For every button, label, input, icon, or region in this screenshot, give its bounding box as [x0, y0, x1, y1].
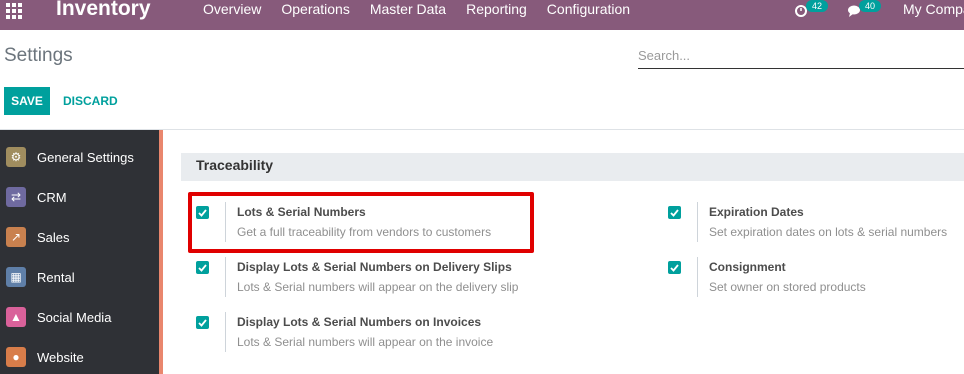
- gear-icon: ⚙: [6, 147, 26, 167]
- sidebar-item-general-settings[interactable]: ⚙ General Settings: [0, 137, 159, 177]
- consignment-checkbox[interactable]: [668, 261, 681, 274]
- save-button[interactable]: SAVE: [4, 87, 50, 115]
- top-navbar: Inventory Overview Operations Master Dat…: [0, 0, 964, 30]
- setting-description: Lots & Serial numbers will appear on the…: [237, 280, 519, 294]
- invoices-checkbox[interactable]: [196, 316, 209, 329]
- discard-button[interactable]: DISCARD: [63, 87, 118, 115]
- setting-title: Consignment: [709, 260, 786, 274]
- menu-reporting[interactable]: Reporting: [466, 1, 527, 17]
- sidebar-item-label: General Settings: [37, 149, 134, 165]
- messages-systray[interactable]: 40: [847, 0, 882, 20]
- setting-description: Lots & Serial numbers will appear on the…: [237, 335, 494, 349]
- highlight-box: [188, 192, 534, 253]
- search-input[interactable]: [638, 42, 964, 69]
- setting-title: Display Lots & Serial Numbers on Invoice…: [237, 315, 482, 329]
- sidebar-item-rental[interactable]: ▦ Rental: [0, 257, 159, 297]
- activity-systray[interactable]: 42: [794, 0, 829, 20]
- sidebar-item-label: Website: [37, 349, 84, 365]
- setting-divider: [225, 257, 226, 297]
- menu-configuration[interactable]: Configuration: [547, 1, 630, 17]
- sidebar-item-label: Sales: [37, 229, 70, 245]
- thumbs-up-icon: ▲: [6, 307, 26, 327]
- sidebar-item-label: Rental: [37, 269, 75, 285]
- setting-divider: [697, 257, 698, 297]
- setting-title: Display Lots & Serial Numbers on Deliver…: [237, 260, 512, 274]
- setting-description: Set expiration dates on lots & serial nu…: [709, 225, 948, 239]
- activity-count-badge: 42: [806, 0, 829, 12]
- menu-master-data[interactable]: Master Data: [370, 1, 446, 17]
- setting-divider: [697, 202, 698, 242]
- main-menu: Overview Operations Master Data Reportin…: [203, 1, 630, 17]
- sidebar-item-crm[interactable]: ⇄ CRM: [0, 177, 159, 217]
- settings-sidebar: ⚙ General Settings ⇄ CRM ↗ Sales ▦ Renta…: [0, 130, 159, 374]
- setting-divider: [225, 312, 226, 352]
- section-title: Traceability: [196, 157, 274, 173]
- delivery-slip-checkbox[interactable]: [196, 261, 209, 274]
- sidebar-item-label: CRM: [37, 189, 67, 205]
- messages-count-badge: 40: [859, 0, 882, 12]
- sidebar-item-label: Social Media: [37, 309, 112, 325]
- expiration-dates-checkbox[interactable]: [668, 206, 681, 219]
- page-title: Settings: [4, 45, 73, 66]
- section-header: [181, 153, 964, 181]
- apps-menu-icon[interactable]: [6, 3, 22, 19]
- chart-icon: ↗: [6, 227, 26, 247]
- globe-icon: ●: [6, 347, 26, 367]
- menu-overview[interactable]: Overview: [203, 1, 261, 17]
- sidebar-item-social-media[interactable]: ▲ Social Media: [0, 297, 159, 337]
- setting-description: Set owner on stored products: [709, 280, 866, 294]
- menu-operations[interactable]: Operations: [281, 1, 349, 17]
- app-brand[interactable]: Inventory: [56, 0, 151, 21]
- handshake-icon: ⇄: [6, 187, 26, 207]
- sidebar-item-sales[interactable]: ↗ Sales: [0, 217, 159, 257]
- company-switcher[interactable]: My Company: [903, 1, 964, 17]
- sidebar-item-website[interactable]: ● Website: [0, 337, 159, 374]
- rental-icon: ▦: [6, 267, 26, 287]
- setting-title: Expiration Dates: [709, 205, 804, 219]
- sidebar-active-accent: [159, 130, 163, 374]
